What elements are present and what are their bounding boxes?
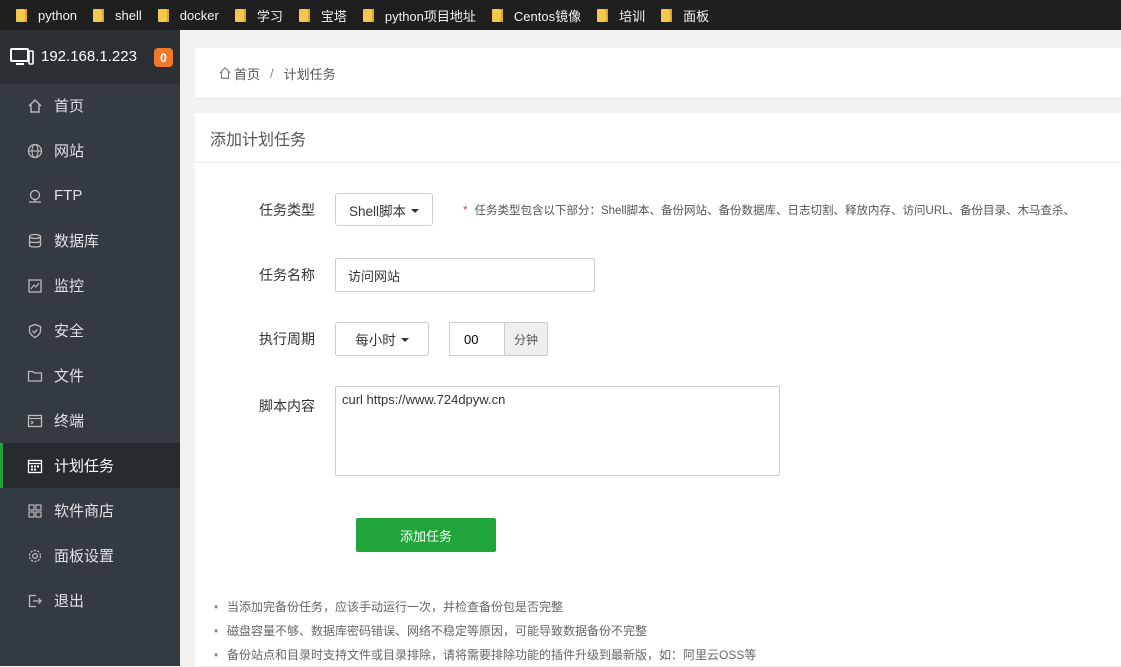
- folder-icon: [491, 8, 503, 22]
- breadcrumb-home-link[interactable]: 首页: [234, 64, 260, 83]
- bookmark-python-projects[interactable]: python项目地址: [349, 0, 476, 30]
- gear-icon: [26, 547, 44, 565]
- sidebar-item-settings[interactable]: 面板设置: [0, 533, 180, 578]
- script-textarea[interactable]: curl https://www.724dpyw.cn: [335, 386, 780, 476]
- sidebar-item-files[interactable]: 文件: [0, 353, 180, 398]
- task-type-row: 任务类型 Shell脚本 * 任务类型包含以下部分：Shell脚本、备份网站、备份…: [195, 193, 1075, 226]
- folder-icon: [93, 8, 105, 22]
- notification-badge[interactable]: 0: [154, 48, 173, 67]
- sidebar-item-database[interactable]: 数据库: [0, 218, 180, 263]
- notes-list: 当添加完备份任务，应该手动运行一次，并检查备份包是否完整 磁盘容量不够、数据库密…: [214, 595, 756, 667]
- server-header: 192.168.1.223 0: [0, 30, 180, 84]
- add-task-button[interactable]: 添加任务: [356, 518, 496, 552]
- list-item: 磁盘容量不够、数据库密码错误、网络不稳定等原因，可能导致数据备份不完整: [214, 619, 756, 643]
- sidebar-item-store[interactable]: 软件商店: [0, 488, 180, 533]
- monitor-chart-icon: [26, 277, 44, 295]
- sidebar: 192.168.1.223 0 首页 网站 FTP 数据库 监控 安全 文件 终…: [0, 30, 180, 666]
- bookmark-python[interactable]: python: [0, 0, 77, 30]
- bookmark-baota[interactable]: 宝塔: [285, 0, 347, 30]
- task-name-label: 任务名称: [259, 267, 315, 283]
- task-type-label: 任务类型: [259, 201, 315, 218]
- breadcrumb-current: 计划任务: [283, 66, 336, 82]
- list-item: 备份站点和目录时支持文件或目录排除，请将需要排除功能的插件升级到最新版，如：阿里…: [214, 643, 756, 667]
- minute-unit: 分钟: [504, 322, 548, 356]
- caret-down-icon: [411, 208, 420, 213]
- calendar-icon: [26, 457, 44, 475]
- terminal-icon: [26, 412, 44, 430]
- folder-icon: [298, 8, 310, 22]
- bookmark-training[interactable]: 培训: [583, 0, 645, 30]
- script-row: 脚本内容 curl https://www.724dpyw.cn: [195, 386, 780, 476]
- bookmark-centos-mirror[interactable]: Centos镜像: [478, 0, 581, 30]
- period-row: 执行周期 每小时 分钟: [195, 322, 548, 356]
- folder-icon: [157, 8, 169, 22]
- globe-icon: [26, 142, 44, 160]
- task-type-hint: * 任务类型包含以下部分：Shell脚本、备份网站、备份数据库、日志切割、释放内存…: [463, 204, 1076, 217]
- script-label: 脚本内容: [259, 398, 315, 414]
- grid-icon: [26, 502, 44, 520]
- sidebar-item-monitor[interactable]: 监控: [0, 263, 180, 308]
- bookmark-docker[interactable]: docker: [144, 0, 219, 30]
- logout-icon: [26, 592, 44, 610]
- add-cron-panel: 添加计划任务 任务类型 Shell脚本 * 任务类型包含以下部分：Shell脚本、…: [195, 113, 1121, 667]
- period-label: 执行周期: [259, 331, 315, 347]
- folder-icon: [26, 367, 44, 385]
- bookmark-study[interactable]: 学习: [221, 0, 283, 30]
- folder-icon: [661, 8, 673, 22]
- folder-icon: [16, 8, 27, 22]
- breadcrumb: 首页 / 计划任务: [195, 48, 1121, 99]
- sidebar-item-security[interactable]: 安全: [0, 308, 180, 353]
- sidebar-item-cron[interactable]: 计划任务: [0, 443, 180, 488]
- bookmarks-bar: python shell docker 学习 宝塔 python项目地址 Cen…: [0, 0, 1121, 30]
- task-name-row: 任务名称: [195, 258, 595, 292]
- list-item: 当添加完备份任务，应该手动运行一次，并检查备份包是否完整: [214, 595, 756, 619]
- sidebar-item-terminal[interactable]: 终端: [0, 398, 180, 443]
- sidebar-menu: 首页 网站 FTP 数据库 监控 安全 文件 终端 计划任务 软件商店 面板设置…: [0, 83, 180, 623]
- sidebar-item-home[interactable]: 首页: [0, 83, 180, 128]
- caret-down-icon: [400, 338, 409, 342]
- server-ip: 192.168.1.223: [41, 48, 137, 65]
- minute-input[interactable]: [449, 322, 504, 356]
- task-type-select[interactable]: Shell脚本: [335, 193, 433, 226]
- home-icon: [26, 97, 44, 115]
- sidebar-item-website[interactable]: 网站: [0, 128, 180, 173]
- bookmark-panel[interactable]: 面板: [647, 0, 709, 30]
- breadcrumb-separator: /: [270, 65, 274, 81]
- sidebar-item-logout[interactable]: 退出: [0, 578, 180, 623]
- bookmark-shell[interactable]: shell: [79, 0, 142, 30]
- home-icon: [218, 66, 232, 80]
- ftp-icon: [26, 187, 44, 205]
- shield-icon: [26, 322, 44, 340]
- folder-icon: [362, 8, 374, 22]
- folder-icon: [597, 8, 609, 22]
- period-select[interactable]: 每小时: [335, 322, 429, 356]
- folder-icon: [234, 8, 246, 22]
- sidebar-item-ftp[interactable]: FTP: [0, 173, 180, 218]
- panel-title: 添加计划任务: [195, 113, 1121, 163]
- database-icon: [26, 232, 44, 250]
- task-name-input[interactable]: [335, 258, 595, 292]
- monitor-icon: [10, 47, 34, 67]
